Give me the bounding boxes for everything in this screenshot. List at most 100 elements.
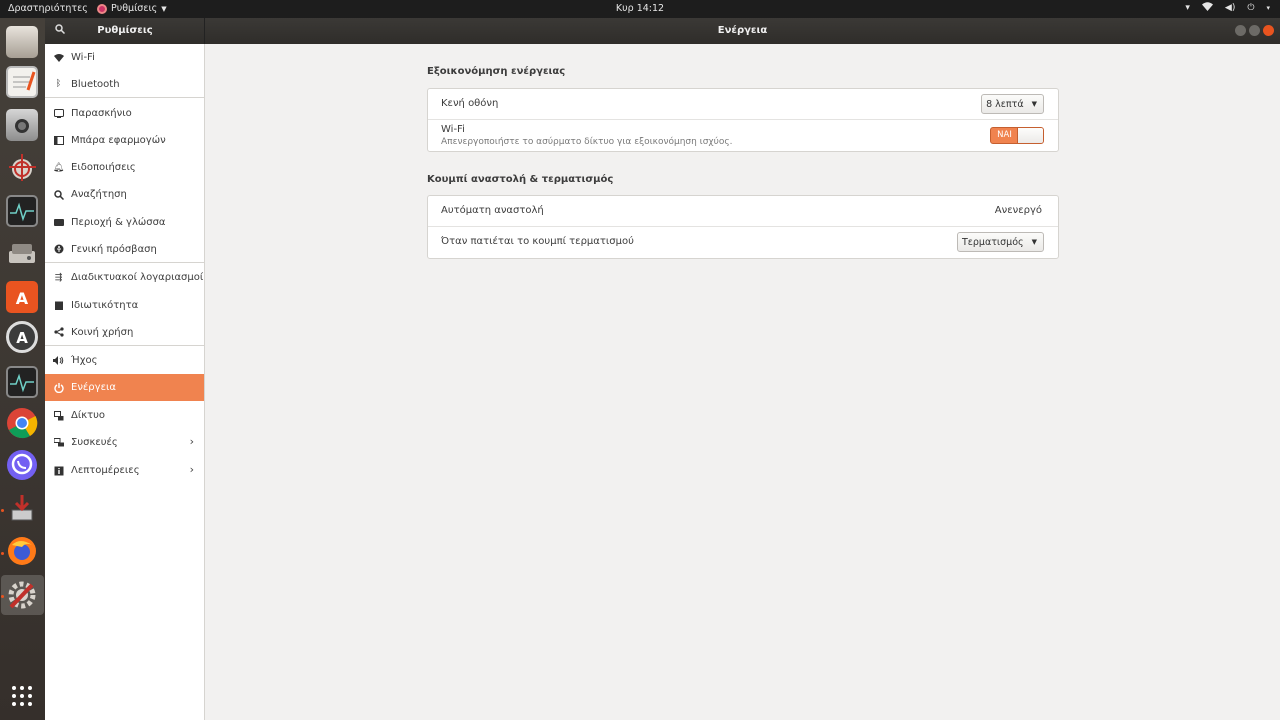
- sidebar-item-label: Διαδικτυακοί λογαριασμοί: [71, 272, 204, 283]
- accessibility-icon: [53, 244, 64, 255]
- sidebar-item-label: Μπάρα εφαρμογών: [71, 135, 166, 146]
- blank-screen-label: Κενή οθόνη: [441, 98, 499, 109]
- power-button-dropdown[interactable]: Τερματισμός ▼: [956, 232, 1044, 252]
- sidebar-item-label: Bluetooth: [71, 78, 120, 90]
- sidebar-item-search[interactable]: Αναζήτηση: [45, 181, 204, 208]
- sidebar-item-sharing[interactable]: Κοινή χρήση: [45, 319, 204, 346]
- region-icon: [53, 217, 64, 228]
- show-applications-icon[interactable]: [12, 686, 32, 706]
- wifi-row: Wi-Fi Απενεργοποιήστε το ασύρματο δίκτυο…: [428, 120, 1058, 151]
- sidebar-item-bluetooth[interactable]: ᛒ Bluetooth: [45, 71, 204, 98]
- sidebar-item-background[interactable]: Παρασκήνιο: [45, 100, 204, 127]
- sidebar-item-privacy[interactable]: Ιδιωτικότητα: [45, 292, 204, 319]
- sidebar-item-label: Ιδιωτικότητα: [71, 300, 139, 311]
- auto-suspend-row[interactable]: Αυτόματη αναστολή Ανενεργό: [428, 196, 1058, 227]
- power-panel: Εξοικονόμηση ενέργειας Κενή οθόνη 8 λεπτ…: [205, 44, 1280, 720]
- power-icon[interactable]: ⏻: [1247, 3, 1254, 13]
- sidebar-item-label: Περιοχή & γλώσσα: [71, 217, 166, 228]
- dock: A A: [0, 18, 45, 720]
- sidebar-item-label: Ειδοποιήσεις: [71, 162, 136, 173]
- top-bar: Δραστηριότητες Ρυθμίσεις ▼ Κυρ 14:12 ▾ ◀…: [0, 0, 1280, 18]
- crosshair-icon[interactable]: [6, 151, 38, 183]
- text-editor-icon[interactable]: [6, 66, 38, 98]
- clock[interactable]: Κυρ 14:12: [0, 3, 1280, 14]
- sidebar-item-label: Συσκευές: [71, 437, 118, 448]
- blank-screen-dropdown[interactable]: 8 λεπτά ▼: [981, 94, 1044, 114]
- search-icon: [53, 189, 64, 200]
- privacy-icon: [53, 300, 64, 311]
- system-monitor-icon[interactable]: [6, 195, 38, 227]
- bluetooth-icon: ᛒ: [55, 79, 62, 89]
- search-icon[interactable]: [55, 24, 66, 37]
- settings-icon[interactable]: [6, 579, 38, 611]
- auto-suspend-value: Ανενεργό: [994, 205, 1042, 216]
- sidebar-item-label: Αναζήτηση: [71, 189, 127, 200]
- wifi-label: Wi-Fi: [441, 124, 465, 135]
- camera-icon[interactable]: [6, 109, 38, 141]
- sidebar-item-dock[interactable]: Μπάρα εφαρμογών: [45, 127, 204, 154]
- sidebar-item-power[interactable]: Ενέργεια: [45, 374, 204, 401]
- disk-icon[interactable]: [6, 239, 38, 271]
- toggle-state-label: ΝΑΙ: [997, 130, 1012, 140]
- power-button-value: Τερματισμός: [961, 236, 1024, 248]
- info-icon: [53, 465, 64, 476]
- firefox-icon[interactable]: [6, 535, 38, 567]
- volume-icon[interactable]: ◀): [1225, 3, 1235, 13]
- power-button-row: Όταν πατιέται το κουμπί τερματισμού Τερμ…: [428, 227, 1058, 258]
- running-indicator: [1, 595, 4, 598]
- share-icon: [53, 327, 64, 338]
- window-controls: [1235, 25, 1274, 36]
- sidebar-item-label: Παρασκήνιο: [71, 108, 132, 119]
- power-button-label: Όταν πατιέται το κουμπί τερματισμού: [441, 236, 634, 247]
- file-cabinet-icon[interactable]: [6, 26, 38, 58]
- svg-text:A: A: [16, 329, 28, 347]
- wifi-icon[interactable]: [1201, 2, 1213, 14]
- chevron-down-icon[interactable]: ▾: [1185, 3, 1190, 13]
- sidebar-item-online-accounts[interactable]: ⇶ Διαδικτυακοί λογαριασμοί: [45, 264, 204, 291]
- wifi-icon: [53, 52, 64, 63]
- suspend-card: Αυτόματη αναστολή Ανενεργό Όταν πατιέται…: [427, 195, 1059, 259]
- power-saving-card: Κενή οθόνη 8 λεπτά ▼ Wi-Fi Απενεργοποιήσ…: [427, 88, 1059, 152]
- sidebar-item-network[interactable]: Δίκτυο: [45, 402, 204, 429]
- sidebar-item-accessibility[interactable]: Γενική πρόσβαση: [45, 236, 204, 263]
- background-icon: [53, 108, 64, 119]
- system-monitor-icon[interactable]: [6, 366, 38, 398]
- sidebar-item-sound[interactable]: Ήχος: [45, 347, 204, 374]
- chevron-right-icon: ›: [189, 435, 194, 448]
- running-indicator: [1, 509, 4, 512]
- sidebar-item-wifi[interactable]: Wi-Fi: [45, 44, 204, 71]
- online-accounts-icon: ⇶: [54, 272, 63, 283]
- chevron-right-icon: ›: [189, 463, 194, 476]
- close-icon[interactable]: [1263, 25, 1274, 36]
- maximize-icon[interactable]: [1249, 25, 1260, 36]
- chrome-icon[interactable]: [6, 407, 38, 439]
- power-icon: [53, 382, 64, 393]
- wifi-power-toggle[interactable]: ΝΑΙ: [990, 127, 1044, 144]
- wifi-description: Απενεργοποιήστε το ασύρματο δίκτυο για ε…: [441, 137, 733, 147]
- auto-suspend-label: Αυτόματη αναστολή: [441, 205, 544, 216]
- minimize-icon[interactable]: [1235, 25, 1246, 36]
- sidebar-item-region[interactable]: Περιοχή & γλώσσα: [45, 209, 204, 236]
- sidebar-item-details[interactable]: Λεπτομέρειες ›: [45, 457, 204, 484]
- toggle-knob[interactable]: [1017, 128, 1043, 143]
- installer-icon[interactable]: [6, 492, 38, 524]
- system-tray[interactable]: ▾ ◀) ⏻ ▾: [1185, 2, 1270, 14]
- chevron-down-icon: ▼: [1031, 238, 1037, 246]
- chevron-down-icon: ▼: [1031, 100, 1037, 108]
- blank-screen-value: 8 λεπτά: [986, 98, 1024, 110]
- sidebar-item-label: Λεπτομέρειες: [71, 465, 140, 476]
- network-icon: [53, 410, 64, 421]
- software-center-icon[interactable]: A: [6, 281, 38, 313]
- header-bar: Ρυθμίσεις Ενέργεια: [45, 18, 1280, 44]
- running-indicator: [1, 552, 4, 555]
- svg-text:A: A: [16, 289, 29, 308]
- chevron-down-icon[interactable]: ▾: [1266, 4, 1270, 12]
- blank-screen-row: Κενή οθόνη 8 λεπτά ▼: [428, 89, 1058, 120]
- software-updater-icon[interactable]: A: [6, 321, 38, 353]
- dock-icon: [53, 135, 64, 146]
- bell-icon: 🔔︎: [52, 162, 65, 173]
- sidebar-item-devices[interactable]: Συσκευές ›: [45, 429, 204, 456]
- settings-sidebar: Wi-Fi ᛒ Bluetooth Παρασκήνιο Μπάρα εφαρμ…: [45, 44, 205, 720]
- viber-icon[interactable]: [6, 449, 38, 481]
- sidebar-item-notifications[interactable]: 🔔︎ Ειδοποιήσεις: [45, 154, 204, 181]
